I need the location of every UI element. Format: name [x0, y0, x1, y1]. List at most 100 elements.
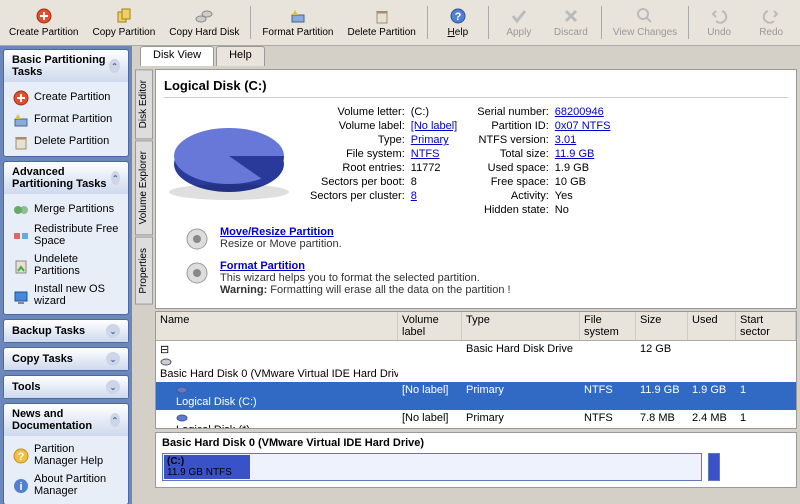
prop-label: Root entries:: [310, 162, 405, 174]
discard-icon: [562, 7, 580, 25]
svg-text:?: ?: [18, 451, 25, 463]
vertical-tabs: Disk EditorVolume Explorer Properties: [135, 69, 153, 305]
prop-label: Partition ID:: [477, 120, 549, 132]
table-row[interactable]: Logical Disk (C:)[No label]PrimaryNTFS11…: [156, 382, 796, 410]
svg-text:i: i: [19, 481, 22, 493]
expand-icon[interactable]: ⊟: [160, 344, 169, 356]
action-link[interactable]: Move/Resize Partition: [220, 226, 342, 238]
prop-label: Sectors per cluster:: [310, 190, 405, 202]
col-header[interactable]: Volume label: [398, 312, 462, 340]
toolbar-undo-button[interactable]: Undo: [693, 2, 745, 43]
redo-icon: [762, 7, 780, 25]
prop-label: Total size:: [477, 148, 549, 160]
sidebar-item-about-partition-manager[interactable]: iAbout Partition Manager: [6, 470, 126, 500]
table-row[interactable]: ⊟Basic Hard Disk 0 (VMware Virtual IDE H…: [156, 341, 796, 382]
vtab-volume-explorer[interactable]: Volume Explorer: [135, 140, 153, 235]
sidebar-item-format-partition[interactable]: Format Partition: [6, 108, 126, 130]
svg-text:?: ?: [454, 11, 461, 23]
sidebar-item-undelete-partitions[interactable]: Undelete Partitions: [6, 250, 126, 280]
toolbar-apply-button[interactable]: Apply: [493, 2, 545, 43]
merge-icon: [12, 201, 28, 217]
disk-info-panel: Logical Disk (C:) Volume letter:(C:)Volu…: [155, 69, 797, 309]
disk-title: Logical Disk (C:): [164, 78, 788, 98]
panel-header[interactable]: Tools⌄: [4, 376, 128, 398]
panel-tools: Tools⌄: [3, 375, 129, 399]
toolbar-create-partition-button[interactable]: Create Partition: [2, 2, 85, 43]
panel-basic-partitioning-tasks: Basic Partitioning Tasks⌃ Create Partitio…: [3, 49, 129, 157]
tab-disk-view[interactable]: Disk View: [140, 46, 214, 66]
disk-table: NameVolume labelTypeFile systemSizeUsedS…: [155, 311, 797, 429]
sidebar-item-merge-partitions[interactable]: Merge Partitions: [6, 198, 126, 220]
create-icon: [12, 89, 28, 105]
col-header[interactable]: Name: [156, 312, 398, 340]
panel-news-and-documentation: News and Documentation⌃ ?Partition Manage…: [3, 403, 129, 504]
prop-value[interactable]: 3.01: [555, 134, 611, 146]
sidebar-item-delete-partition[interactable]: Delete Partition: [6, 130, 126, 152]
prop-value[interactable]: 0x07 NTFS: [555, 120, 611, 132]
apply-icon: [510, 7, 528, 25]
toolbar-delete-partition-button[interactable]: Delete Partition: [340, 2, 422, 43]
help-icon: ?: [449, 7, 467, 25]
prop-value[interactable]: 68200946: [555, 106, 611, 118]
wizard-icon: [184, 226, 210, 252]
prop-value: (C:): [411, 106, 457, 118]
panel-header[interactable]: Basic Partitioning Tasks⌃: [4, 50, 128, 82]
table-header: NameVolume labelTypeFile systemSizeUsedS…: [156, 312, 796, 341]
vtab-disk-editor[interactable]: Disk Editor: [135, 69, 153, 139]
action-link[interactable]: Format Partition: [220, 260, 511, 272]
toolbar-help-button[interactable]: ?Help: [432, 2, 484, 43]
main-pane: Disk EditorVolume Explorer Properties Log…: [132, 66, 800, 504]
prop-label: Free space:: [477, 176, 549, 188]
tab-help[interactable]: Help: [216, 46, 265, 66]
col-header[interactable]: File system: [580, 312, 636, 340]
prop-label: File system:: [310, 148, 405, 160]
prop-value[interactable]: 8: [411, 190, 457, 202]
prop-value[interactable]: NTFS: [411, 148, 457, 160]
content-area: Disk ViewHelp Disk EditorVolume Explorer…: [132, 46, 800, 504]
undo-icon: [710, 7, 728, 25]
sidebar-item-partition-manager-help[interactable]: ?Partition Manager Help: [6, 440, 126, 470]
prop-label: Used space:: [477, 162, 549, 174]
col-header[interactable]: Size: [636, 312, 688, 340]
sidebar-item-redistribute-free-space[interactable]: Redistribute Free Space: [6, 220, 126, 250]
toolbar-discard-button[interactable]: Discard: [545, 2, 597, 43]
wizard-icon: [184, 260, 210, 286]
sidebar-item-install-new-os-wizard[interactable]: Install new OS wizard: [6, 280, 126, 310]
pie-chart: [164, 114, 294, 204]
col-header[interactable]: Start sector: [736, 312, 796, 340]
prop-value[interactable]: 11.9 GB: [555, 148, 611, 160]
table-row[interactable]: Logical Disk (*)[No label]PrimaryNTFS7.8…: [156, 410, 796, 429]
toolbar-format-partition-button[interactable]: Format Partition: [255, 2, 340, 43]
action-move-resize-partition: Move/Resize PartitionResize or Move part…: [184, 226, 788, 252]
prop-value[interactable]: [No label]: [411, 120, 457, 132]
undelete-icon: [12, 257, 28, 273]
toolbar-copy-hard-disk-button[interactable]: Copy Hard Disk: [162, 2, 246, 43]
map-title: Basic Hard Disk 0 (VMware Virtual IDE Ha…: [162, 437, 790, 449]
map-segment-c[interactable]: (C:)11.9 GB NTFS: [162, 453, 702, 481]
panel-advanced-partitioning-tasks: Advanced Partitioning Tasks⌃ Merge Partit…: [3, 161, 129, 315]
panel-header[interactable]: News and Documentation⌃: [4, 404, 128, 436]
prop-label: Activity:: [477, 190, 549, 202]
map-segment-small[interactable]: [708, 453, 720, 481]
vtab-properties[interactable]: Properties: [135, 237, 153, 305]
prop-value: Yes: [555, 190, 611, 202]
prop-label: NTFS version:: [477, 134, 549, 146]
toolbar-view-changes-button[interactable]: View Changes: [606, 2, 684, 43]
view-icon: [636, 7, 654, 25]
chevron-icon: ⌃: [109, 59, 120, 73]
panel-header[interactable]: Backup Tasks⌄: [4, 320, 128, 342]
disk-map-panel: Basic Hard Disk 0 (VMware Virtual IDE Ha…: [155, 432, 797, 488]
sidebar-item-create-partition[interactable]: Create Partition: [6, 86, 126, 108]
chevron-icon: ⌄: [106, 380, 120, 394]
chevron-icon: ⌃: [111, 171, 120, 185]
prop-value: 8: [411, 176, 457, 188]
panel-header[interactable]: Copy Tasks⌄: [4, 348, 128, 370]
col-header[interactable]: Type: [462, 312, 580, 340]
create-icon: [35, 7, 53, 25]
toolbar-copy-partition-button[interactable]: Copy Partition: [85, 2, 162, 43]
panel-copy-tasks: Copy Tasks⌄: [3, 347, 129, 371]
prop-value[interactable]: Primary: [411, 134, 457, 146]
toolbar-redo-button[interactable]: Redo: [745, 2, 797, 43]
panel-header[interactable]: Advanced Partitioning Tasks⌃: [4, 162, 128, 194]
col-header[interactable]: Used: [688, 312, 736, 340]
